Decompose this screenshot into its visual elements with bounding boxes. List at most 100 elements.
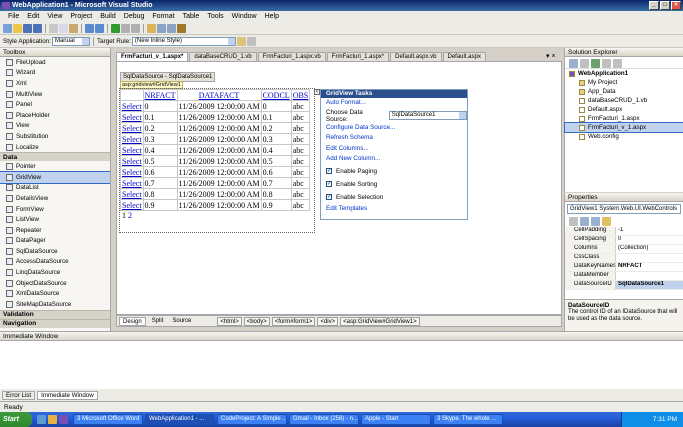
property-row[interactable]: CellSpacing 0 — [565, 236, 683, 245]
tree-item[interactable]: dataBaseCRUD_1.vb — [565, 96, 683, 105]
property-value[interactable]: -1 — [615, 227, 683, 235]
menu-view[interactable]: View — [43, 13, 66, 20]
enable-sorting-checkbox[interactable]: ✓ Enable Sorting — [321, 178, 467, 191]
taskbar-button[interactable]: 3 Microsoft Office Word — [73, 414, 143, 425]
toolbox-item[interactable]: ListView — [0, 214, 110, 225]
alphabetical-icon[interactable] — [580, 217, 589, 226]
document-tab[interactable]: FrmFacturi_1.aspx* — [326, 52, 390, 61]
solution-explorer-icon[interactable] — [157, 23, 166, 33]
view-code-icon[interactable] — [602, 59, 611, 68]
start-button[interactable]: Start — [0, 412, 32, 427]
gridview-control[interactable]: NRFACT DATAFACT CODCL OBS Select 0 11/26/2009… — [119, 88, 315, 233]
toolbox-item[interactable]: Wizard — [0, 68, 110, 79]
menu-tools[interactable]: Tools — [203, 13, 227, 20]
menu-help[interactable]: Help — [261, 13, 283, 20]
document-tab[interactable]: dataBaseCRUD_1.vb — [189, 52, 257, 61]
properties-view-icon[interactable] — [591, 217, 600, 226]
taskbar-button[interactable]: WebApplication1 - ... — [145, 414, 215, 425]
style-application-select[interactable]: Manual — [51, 36, 90, 46]
document-tab[interactable]: Default.aspx.vb — [390, 52, 442, 61]
tree-item[interactable]: FrmFacturi_v_1.aspx — [564, 122, 683, 133]
menu-project[interactable]: Project — [66, 13, 96, 20]
property-row[interactable]: CssClass — [565, 254, 683, 263]
toolbox-item[interactable]: Pointer — [0, 161, 110, 172]
toolbox-item[interactable]: MultiView — [0, 89, 110, 100]
immediate-window-input[interactable] — [0, 341, 683, 386]
property-row[interactable]: DataKeyNames NRFACT — [565, 263, 683, 272]
view-designer-icon[interactable] — [613, 59, 622, 68]
select-link[interactable]: Select — [122, 135, 142, 144]
menu-format[interactable]: Format — [148, 13, 178, 20]
paste-icon[interactable] — [69, 23, 78, 33]
target-rule-select[interactable]: (New Inline Style) — [131, 36, 236, 46]
column-header[interactable] — [120, 89, 144, 101]
taskbar-button[interactable]: Apple - Start — [361, 414, 431, 425]
select-link[interactable]: Select — [122, 102, 142, 111]
toolbox-item[interactable]: XmlDataSource — [0, 288, 110, 299]
refresh-icon[interactable] — [591, 59, 600, 68]
quick-launch-ie-icon[interactable] — [37, 415, 46, 424]
save-icon[interactable] — [23, 23, 32, 33]
show-overlay-icon[interactable] — [246, 36, 256, 46]
property-value[interactable]: 0 — [615, 236, 683, 244]
property-value[interactable] — [615, 272, 683, 280]
close-document-icon[interactable]: ▾ × — [546, 52, 556, 60]
menu-debug[interactable]: Debug — [120, 13, 149, 20]
tag-breadcrumb[interactable]: <body> — [243, 316, 270, 326]
new-project-icon[interactable] — [3, 23, 12, 33]
toolbox-item[interactable]: PlaceHolder — [0, 110, 110, 121]
tree-item[interactable]: App_Data — [565, 87, 683, 96]
pager-page-2-link[interactable]: 2 — [128, 211, 132, 220]
tree-item[interactable]: Web.config — [565, 132, 683, 141]
toolbox-item[interactable]: LinqDataSource — [0, 267, 110, 278]
edit-columns-link[interactable]: Edit Columns... — [321, 144, 467, 155]
tab-design[interactable]: Design — [119, 316, 146, 326]
document-tab[interactable]: Default.aspx — [442, 52, 486, 61]
column-header[interactable]: NRFACT — [142, 89, 178, 101]
document-tab[interactable]: FrmFacturi_v_1.aspx* — [116, 52, 189, 61]
toolbox-item[interactable]: SqlDataSource — [0, 246, 110, 257]
menu-window[interactable]: Window — [228, 13, 261, 20]
select-link[interactable]: Select — [122, 113, 142, 122]
tag-breadcrumb[interactable]: <div> — [317, 316, 339, 326]
column-header[interactable]: CODCL — [260, 89, 292, 101]
toolbox-item[interactable]: DataPager — [0, 236, 110, 247]
select-link[interactable]: Select — [122, 179, 142, 188]
tree-item[interactable]: Default.aspx — [565, 105, 683, 114]
tab-immediate-window[interactable]: Immediate Window — [37, 390, 98, 400]
taskbar-button[interactable]: CodeProject: A Simple ... — [217, 414, 287, 425]
toolbox-item[interactable]: Substitution — [0, 131, 110, 142]
document-tab[interactable]: FrmFacturi_1.aspx.vb — [257, 52, 326, 61]
open-icon[interactable] — [13, 23, 22, 33]
property-row[interactable]: Columns (Collection) — [565, 245, 683, 254]
toolbox-section[interactable]: Validation — [0, 309, 110, 319]
toolbox-item[interactable]: FormView — [0, 204, 110, 215]
events-icon[interactable] — [602, 217, 611, 226]
select-link[interactable]: Select — [122, 146, 142, 155]
property-row[interactable]: CellPadding -1 — [565, 227, 683, 236]
column-header[interactable]: DATAFACT — [176, 89, 262, 101]
find-icon[interactable] — [147, 23, 156, 33]
menu-edit[interactable]: Edit — [23, 13, 43, 20]
start-debugging-icon[interactable] — [111, 23, 120, 33]
taskbar-button[interactable]: 3 Skype. The whole ... — [433, 414, 503, 425]
close-button[interactable]: × — [671, 1, 681, 10]
select-link[interactable]: Select — [122, 124, 142, 133]
tab-split[interactable]: Split — [149, 317, 167, 326]
menu-build[interactable]: Build — [96, 13, 120, 20]
choose-data-source-select[interactable]: SqlDataSource1 — [388, 111, 467, 120]
refresh-schema-link[interactable]: Refresh Schema — [321, 133, 467, 144]
toolbox-section-data[interactable]: Data — [0, 152, 110, 162]
stop-icon[interactable] — [131, 23, 140, 33]
property-value[interactable]: (Collection) — [615, 245, 683, 253]
property-value[interactable]: NRFACT — [615, 263, 683, 271]
properties-icon[interactable] — [569, 59, 578, 68]
toolbox-item[interactable]: Xml — [0, 78, 110, 89]
toolbox-item[interactable]: FileUpload — [0, 57, 110, 68]
toolbox-icon[interactable] — [177, 23, 186, 33]
apply-style-icon[interactable] — [236, 36, 246, 46]
toolbox-section[interactable]: Navigation — [0, 318, 110, 328]
configure-data-source-link[interactable]: Configure Data Source... — [321, 123, 467, 134]
save-all-icon[interactable] — [33, 23, 42, 33]
column-header[interactable]: OBS — [290, 89, 311, 101]
